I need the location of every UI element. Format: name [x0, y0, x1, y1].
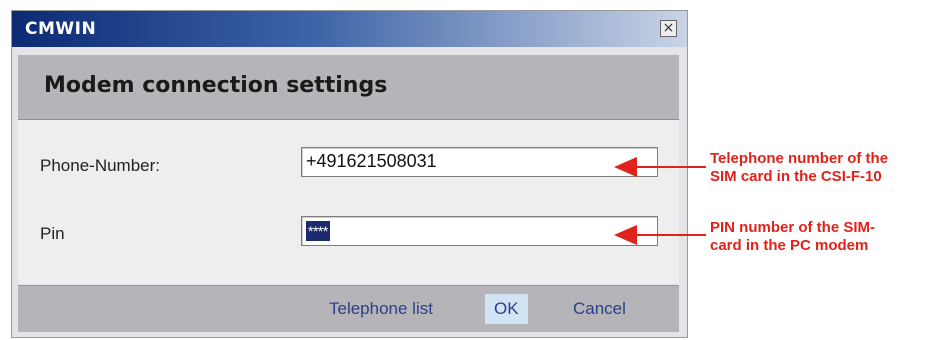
- phone-annotation-line1: Telephone number of the: [710, 150, 889, 167]
- pin-annotation-line1: PIN number of the SIM-: [710, 219, 875, 236]
- arrow-left-icon: [614, 225, 706, 245]
- arrow-left-icon: [614, 157, 706, 177]
- phone-annotation: Telephone number of the SIM card in the …: [710, 150, 888, 186]
- pin-annotation: PIN number of the SIM- card in the PC mo…: [710, 219, 875, 255]
- phone-annotation-line2: SIM card in the CSI-F-10: [710, 168, 882, 185]
- pin-annotation-line2: card in the PC modem: [710, 237, 869, 254]
